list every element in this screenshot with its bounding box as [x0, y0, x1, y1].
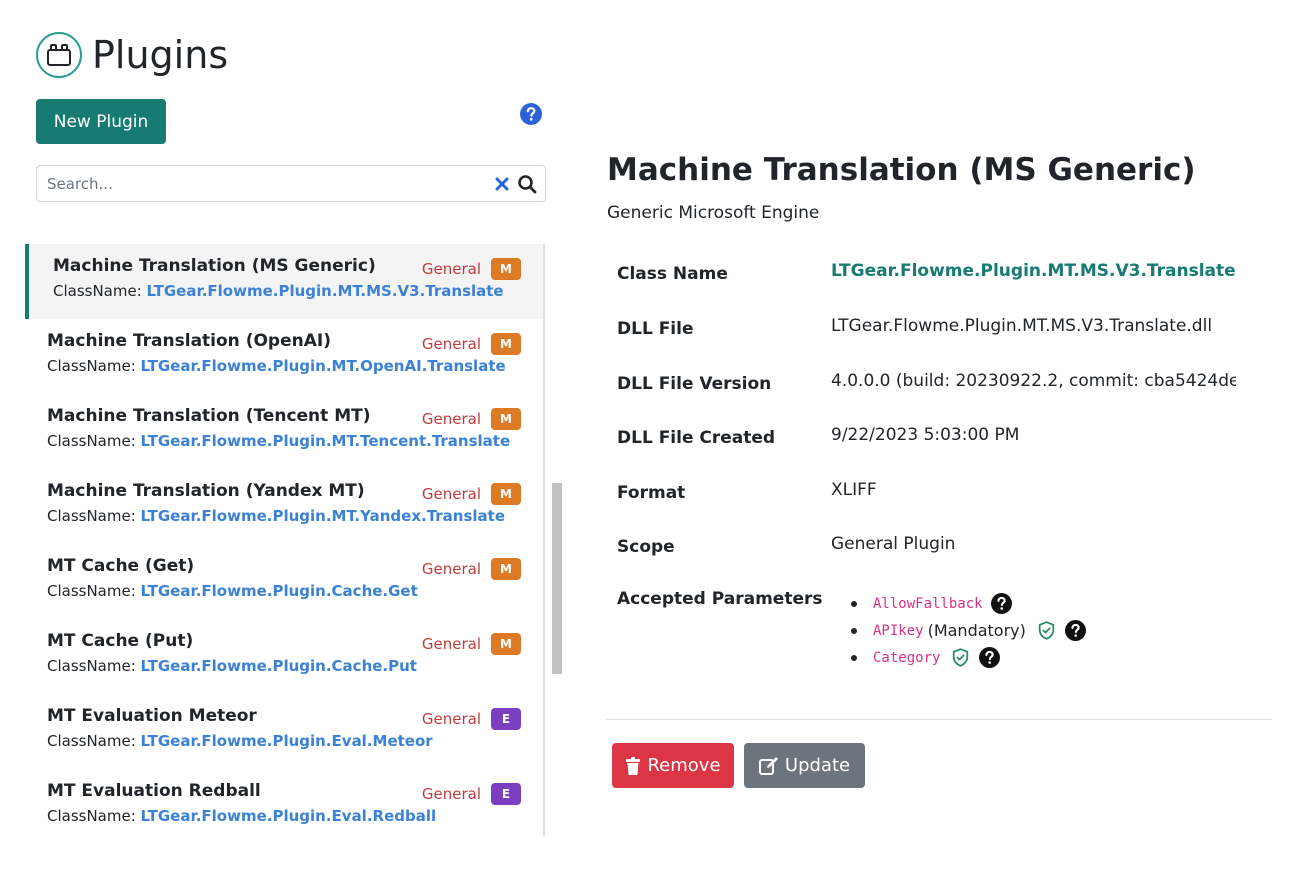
new-plugin-button[interactable]: New Plugin	[36, 99, 166, 144]
classname-value: LTGear.Flowme.Plugin.MT.OpenAI.Translate	[140, 357, 506, 375]
list-item[interactable]: Machine Translation (OpenAI) ClassName: …	[25, 319, 543, 394]
category-label: General	[421, 485, 481, 503]
type-badge: E	[491, 708, 521, 730]
classname-value: LTGear.Flowme.Plugin.MT.Tencent.Translat…	[140, 432, 511, 450]
question-circle-icon[interactable]	[979, 647, 1001, 668]
type-badge: M	[491, 258, 521, 280]
category-label: General	[421, 635, 481, 653]
classname-prefix: ClassName:	[53, 282, 147, 300]
accepted-parameters-label: Accepted Parameters	[617, 589, 823, 609]
property-value: 9/22/2023 5:03:00 PM	[831, 425, 1020, 445]
question-circle-icon[interactable]	[1064, 620, 1086, 641]
property-value: General Plugin	[831, 534, 956, 554]
property-label: DLL File Created	[617, 428, 776, 448]
detail-title: Machine Translation (MS Generic)	[607, 152, 1196, 188]
question-circle-icon[interactable]	[990, 593, 1012, 614]
parameter-list: AllowFallback APIkey (Mandatory) Categor…	[851, 590, 1086, 671]
category-label: General	[421, 260, 481, 278]
classname-value: LTGear.Flowme.Plugin.MT.Yandex.Translate	[140, 507, 506, 525]
classname-value: LTGear.Flowme.Plugin.Eval.Redball	[140, 807, 437, 825]
list-item[interactable]: MT Cache (Get) ClassName: LTGear.Flowme.…	[25, 544, 543, 619]
classname-value: LTGear.Flowme.Plugin.Cache.Put	[140, 657, 417, 675]
type-badge: M	[491, 483, 521, 505]
list-item[interactable]: Machine Translation (Tencent MT) ClassNa…	[25, 394, 543, 469]
classname-prefix: ClassName:	[47, 507, 141, 525]
classname-value: LTGear.Flowme.Plugin.Cache.Get	[140, 582, 418, 600]
classname-value: LTGear.Flowme.Plugin.MT.MS.V3.Translate	[146, 282, 504, 300]
property-value: 4.0.0.0 (build: 20230922.2, commit: cba5…	[831, 371, 1236, 391]
page-header: Plugins	[36, 32, 228, 78]
classname-prefix: ClassName:	[47, 357, 141, 375]
parameter-item: Category	[851, 644, 1086, 671]
parameter-name: APIkey	[873, 622, 924, 639]
property-label: Format	[617, 483, 686, 503]
parameter-item: APIkey (Mandatory)	[851, 617, 1086, 644]
category-label: General	[421, 410, 481, 428]
plugin-classname: ClassName: LTGear.Flowme.Plugin.MT.OpenA…	[47, 357, 543, 375]
property-label: DLL File Version	[617, 374, 772, 394]
classname-prefix: ClassName:	[47, 732, 141, 750]
category-label: General	[421, 785, 481, 803]
class-name-link[interactable]: LTGear.Flowme.Plugin.MT.MS.V3.Translate	[831, 261, 1236, 281]
list-item[interactable]: Machine Translation (MS Generic) ClassNa…	[25, 244, 543, 319]
list-item[interactable]: MT Cache (Put) ClassName: LTGear.Flowme.…	[25, 619, 543, 694]
type-badge: M	[491, 408, 521, 430]
category-label: General	[421, 710, 481, 728]
edit-icon	[758, 756, 778, 775]
update-label: Update	[784, 755, 851, 776]
parameter-note: (Mandatory)	[927, 621, 1026, 640]
classname-prefix: ClassName:	[47, 807, 141, 825]
category-label: General	[421, 560, 481, 578]
detail-subtitle: Generic Microsoft Engine	[607, 203, 820, 223]
type-badge: M	[491, 558, 521, 580]
plugin-classname: ClassName: LTGear.Flowme.Plugin.MT.MS.V3…	[53, 282, 543, 300]
shield-check-icon	[950, 647, 971, 668]
divider	[606, 719, 1272, 720]
property-label: Scope	[617, 537, 675, 557]
search-box	[36, 165, 546, 202]
question-circle-icon[interactable]	[520, 103, 542, 125]
list-item[interactable]: Machine Translation (Yandex MT) ClassNam…	[25, 469, 543, 544]
category-label: General	[421, 335, 481, 353]
type-badge: M	[491, 333, 521, 355]
parameter-name: Category	[873, 649, 941, 666]
plugin-classname: ClassName: LTGear.Flowme.Plugin.Cache.Pu…	[47, 657, 543, 675]
property-label: DLL File	[617, 319, 694, 339]
classname-prefix: ClassName:	[47, 657, 141, 675]
plugin-classname: ClassName: LTGear.Flowme.Plugin.MT.Yande…	[47, 507, 543, 525]
bullet	[851, 627, 857, 634]
bullet	[851, 654, 857, 661]
type-badge: M	[491, 633, 521, 655]
remove-button[interactable]: Remove	[612, 743, 734, 788]
property-value: LTGear.Flowme.Plugin.MT.MS.V3.Translate.…	[831, 316, 1213, 336]
remove-label: Remove	[647, 755, 721, 776]
plugin-list: Machine Translation (MS Generic) ClassNa…	[25, 244, 545, 836]
list-scrollbar[interactable]	[552, 483, 562, 674]
property-label: Class Name	[617, 264, 728, 284]
type-badge: E	[491, 783, 521, 805]
parameter-name: AllowFallback	[873, 595, 983, 612]
plugin-classname: ClassName: LTGear.Flowme.Plugin.MT.Tence…	[47, 432, 543, 450]
plugin-box-icon	[36, 32, 82, 78]
bullet	[851, 600, 857, 607]
update-button[interactable]: Update	[744, 743, 865, 788]
parameter-item: AllowFallback	[851, 590, 1086, 617]
list-item[interactable]: MT Evaluation Redball ClassName: LTGear.…	[25, 769, 543, 836]
plugin-classname: ClassName: LTGear.Flowme.Plugin.Eval.Red…	[47, 807, 543, 825]
list-item[interactable]: MT Evaluation Meteor ClassName: LTGear.F…	[25, 694, 543, 769]
clear-icon[interactable]	[493, 175, 511, 193]
property-value: XLIFF	[831, 480, 877, 500]
classname-value: LTGear.Flowme.Plugin.Eval.Meteor	[140, 732, 433, 750]
classname-prefix: ClassName:	[47, 432, 141, 450]
plugin-classname: ClassName: LTGear.Flowme.Plugin.Cache.Ge…	[47, 582, 543, 600]
trash-icon	[626, 756, 641, 775]
classname-prefix: ClassName:	[47, 582, 141, 600]
plugin-classname: ClassName: LTGear.Flowme.Plugin.Eval.Met…	[47, 732, 543, 750]
shield-check-icon	[1036, 620, 1057, 641]
search-icon[interactable]	[517, 174, 537, 194]
page-title: Plugins	[92, 33, 229, 77]
search-input[interactable]	[47, 174, 493, 193]
